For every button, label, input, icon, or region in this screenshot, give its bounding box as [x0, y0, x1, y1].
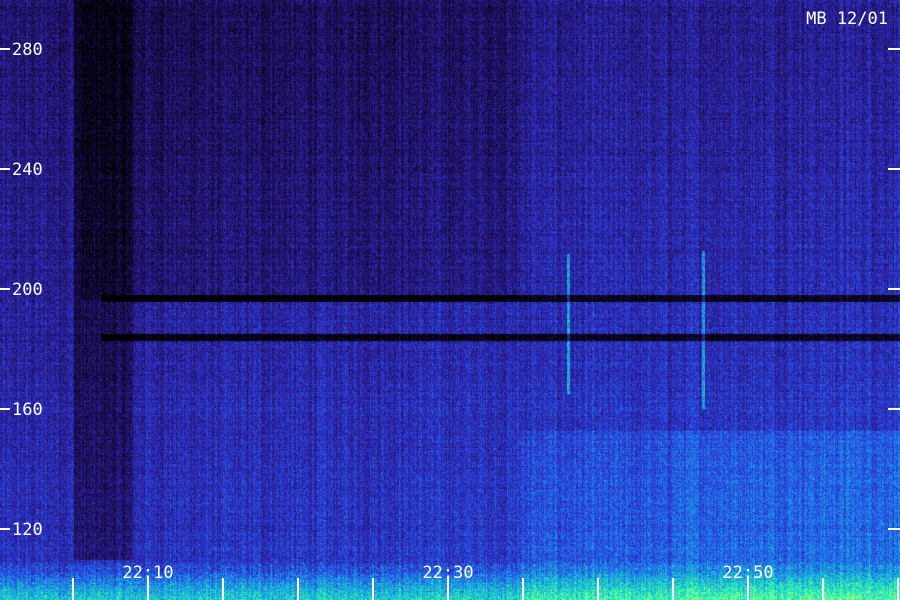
x-tick-label: 22:50 [722, 563, 773, 583]
x-axis: 22:10 22:30 22:50 [72, 563, 899, 600]
y-axis: 120 160 200 240 280 [0, 40, 900, 540]
y-tick-label: 240 [12, 160, 43, 180]
y-tick-label: 200 [12, 280, 43, 300]
x-tick-label: 22:10 [122, 563, 173, 583]
y-tick-label: 280 [12, 40, 43, 60]
chart-overlay: MB 12/01 120 160 200 240 280 22:10 22:30 22:50 [0, 9, 900, 600]
y-tick-label: 160 [12, 400, 43, 420]
y-tick-label: 120 [12, 520, 43, 540]
x-tick-label: 22:30 [422, 563, 473, 583]
chart-title: MB 12/01 [806, 9, 888, 29]
